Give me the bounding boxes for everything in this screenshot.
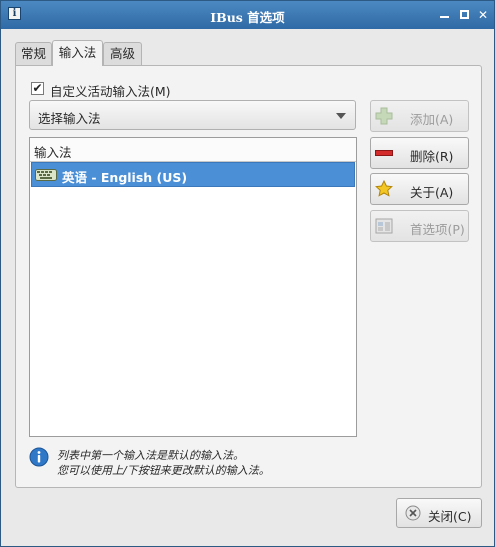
list-item[interactable]: 英语 - English (US) bbox=[31, 162, 355, 187]
list-item-label: 英语 - English (US) bbox=[62, 170, 188, 185]
close-window-button[interactable]: ✕ bbox=[476, 8, 490, 22]
info-icon bbox=[29, 447, 49, 467]
preferences-icon bbox=[375, 218, 393, 234]
close-icon bbox=[405, 505, 421, 521]
window-title: IBus 首选项 bbox=[210, 10, 285, 25]
tab-general[interactable]: 常规 bbox=[15, 42, 52, 65]
keyboard-icon bbox=[35, 169, 57, 181]
remove-button[interactable]: 删除(R) bbox=[370, 137, 469, 169]
maximize-button[interactable] bbox=[457, 8, 471, 22]
remove-label: 删除(R) bbox=[410, 149, 454, 164]
input-method-panel: ✔ 自定义活动输入法(M) 选择输入法 输入法 英语 - English (US… bbox=[15, 65, 482, 488]
close-label: 关闭(C) bbox=[428, 509, 472, 524]
plus-icon bbox=[375, 107, 393, 125]
maximize-icon bbox=[459, 10, 469, 19]
chevron-down-icon bbox=[336, 113, 346, 119]
list-header-label: 输入法 bbox=[34, 145, 72, 160]
info-text-line2: 您可以使用上/下按钮来更改默认的输入法。 bbox=[57, 464, 270, 477]
close-button[interactable]: 关闭(C) bbox=[396, 498, 482, 528]
minus-icon bbox=[375, 150, 393, 156]
tab-advanced[interactable]: 高级 bbox=[103, 42, 142, 65]
add-button[interactable]: 添加(A) bbox=[370, 100, 469, 132]
custom-active-checkbox[interactable]: ✔ bbox=[31, 82, 44, 95]
preferences-label: 首选项(P) bbox=[410, 222, 465, 237]
selector-text: 选择输入法 bbox=[38, 111, 101, 126]
star-icon bbox=[375, 180, 393, 197]
about-label: 关于(A) bbox=[410, 185, 454, 200]
title-bar[interactable]: i IBus 首选项 ✕ bbox=[1, 1, 494, 29]
input-method-selector[interactable]: 选择输入法 bbox=[29, 100, 356, 130]
info-text-line1: 列表中第一个输入法是默认的输入法。 bbox=[57, 449, 244, 462]
close-icon: ✕ bbox=[477, 8, 489, 22]
custom-active-label[interactable]: 自定义活动输入法(M) bbox=[50, 81, 171, 100]
minimize-icon bbox=[439, 16, 449, 18]
add-label: 添加(A) bbox=[410, 112, 454, 127]
input-method-list[interactable]: 输入法 英语 - English (US) bbox=[29, 137, 357, 437]
list-header[interactable]: 输入法 bbox=[30, 138, 356, 162]
about-button[interactable]: 关于(A) bbox=[370, 173, 469, 205]
preferences-button[interactable]: 首选项(P) bbox=[370, 210, 469, 242]
minimize-button[interactable] bbox=[437, 8, 451, 22]
preferences-window: i IBus 首选项 ✕ 常规 输入法 高级 ✔ 自定义活动输入法(M) 选择输… bbox=[0, 0, 495, 547]
tab-input-methods[interactable]: 输入法 bbox=[52, 40, 103, 66]
